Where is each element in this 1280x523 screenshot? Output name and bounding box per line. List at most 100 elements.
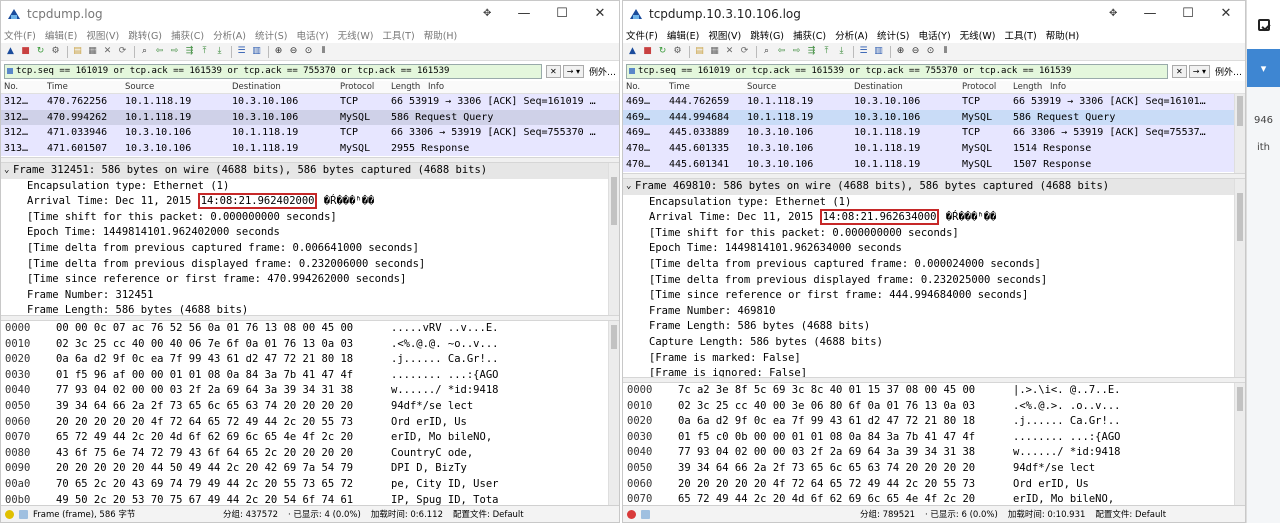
- detail-row[interactable]: Frame Length: 586 bytes (4688 bits): [1, 303, 619, 315]
- hex-bytes[interactable]: 39 34 64 66 2a 2f 73 65 6c 65 63 74 20 2…: [670, 461, 1005, 477]
- hex-bytes[interactable]: 02 3c 25 cc 40 00 3e 06 80 6f 0a 01 76 1…: [670, 399, 1005, 415]
- goto-icon[interactable]: ⇶: [183, 45, 196, 58]
- hex-bytes[interactable]: 01 f5 96 af 00 00 01 01 08 0a 84 3a 7b 4…: [48, 368, 383, 384]
- detail-row[interactable]: [Time since reference or first frame: 44…: [623, 288, 1245, 304]
- restart-icon[interactable]: ↻: [34, 45, 47, 58]
- filter-clear-button[interactable]: ✕: [1172, 64, 1187, 78]
- column-header[interactable]: Source: [744, 82, 851, 92]
- forward-icon[interactable]: ⇨: [168, 45, 181, 58]
- detail-row[interactable]: [Frame is ignored: False]: [623, 366, 1245, 377]
- detail-row[interactable]: Epoch Time: 1449814101.962402000 seconds: [1, 225, 619, 241]
- menu-item[interactable]: 帮助(H): [1046, 28, 1080, 42]
- back-icon[interactable]: ⇦: [775, 45, 788, 58]
- packet-list-scrollbar[interactable]: [1234, 94, 1245, 173]
- menu-item[interactable]: 跳转(G): [750, 28, 784, 42]
- maximize-button[interactable]: ☐: [1169, 1, 1207, 26]
- autoscroll-icon[interactable]: ☰: [857, 45, 870, 58]
- maximize-button[interactable]: ☐: [543, 1, 581, 26]
- forward-icon[interactable]: ⇨: [790, 45, 803, 58]
- details-scrollbar[interactable]: [608, 163, 619, 315]
- detail-row-frame[interactable]: Frame 469810: 586 bytes on wire (4688 bi…: [623, 179, 1245, 195]
- status-profile[interactable]: 配置文件: Default: [453, 508, 524, 520]
- zoom-out-icon[interactable]: ⊖: [287, 45, 300, 58]
- pin-icon[interactable]: ✥: [1109, 8, 1117, 19]
- bytes-scrollbar[interactable]: [608, 321, 619, 522]
- detail-row[interactable]: Encapsulation type: Ethernet (1): [1, 179, 619, 195]
- column-header[interactable]: Info: [425, 82, 619, 92]
- packet-row[interactable]: 312… 471.033946 10.3.10.106 10.1.118.19 TCP 6…: [1, 125, 619, 141]
- detail-row[interactable]: Capture Length: 586 bytes (4688 bits): [623, 335, 1245, 351]
- zoom-reset-icon[interactable]: ⊙: [302, 45, 315, 58]
- expert-info-icon[interactable]: [5, 509, 14, 519]
- packet-row[interactable]: 469… 444.762659 10.1.118.19 10.3.10.106 TCP 6…: [623, 94, 1245, 110]
- detail-row[interactable]: [Time delta from previous captured frame…: [1, 241, 619, 257]
- hex-ascii[interactable]: .j...... Ca.Gr!..: [1005, 414, 1120, 430]
- side-app-button[interactable]: [1247, 0, 1280, 49]
- hex-ascii[interactable]: .....vRV ..v...E.: [383, 321, 498, 337]
- detail-row[interactable]: Frame Number: 312451: [1, 288, 619, 304]
- first-icon[interactable]: ⤒: [820, 45, 833, 58]
- fin-icon[interactable]: ▲: [626, 45, 639, 58]
- column-header[interactable]: Time: [666, 82, 744, 92]
- hex-bytes[interactable]: 65 72 49 44 2c 20 4d 6f 62 69 6c 65 4e 4…: [48, 430, 383, 446]
- menu-item[interactable]: 编辑(E): [45, 28, 77, 42]
- hex-ascii[interactable]: 94df*/se lect: [383, 399, 473, 415]
- column-header[interactable]: Info: [1047, 82, 1245, 92]
- detail-row[interactable]: [Time delta from previous captured frame…: [623, 257, 1245, 273]
- hex-ascii[interactable]: Ord erID, Us: [1005, 477, 1089, 493]
- detail-row-arrival-time[interactable]: Arrival Time: Dec 11, 2015 14:08:21.9624…: [1, 193, 619, 210]
- menu-item[interactable]: 分析(A): [835, 28, 868, 42]
- hex-bytes[interactable]: 70 65 2c 20 43 69 74 79 49 44 2c 20 55 7…: [48, 477, 383, 493]
- zoom-reset-icon[interactable]: ⊙: [924, 45, 937, 58]
- hex-ascii[interactable]: erID, Mo bileNO,: [383, 430, 492, 446]
- open-icon[interactable]: ▤: [693, 45, 706, 58]
- back-icon[interactable]: ⇦: [153, 45, 166, 58]
- hex-bytes[interactable]: 20 20 20 20 20 4f 72 64 65 72 49 44 2c 2…: [670, 477, 1005, 493]
- reload-icon[interactable]: ⟳: [738, 45, 751, 58]
- column-header[interactable]: Destination: [229, 82, 337, 92]
- expert-info-icon[interactable]: [627, 509, 636, 519]
- hex-bytes[interactable]: 00 00 0c 07 ac 76 52 56 0a 01 76 13 08 0…: [48, 321, 383, 337]
- packet-row[interactable]: 470… 445.601341 10.3.10.106 10.1.118.19 MySQ…: [623, 156, 1245, 172]
- colorize-icon[interactable]: ▥: [872, 45, 885, 58]
- menu-item[interactable]: 捕获(C): [171, 28, 204, 42]
- detail-row[interactable]: [Time since reference or first frame: 47…: [1, 272, 619, 288]
- detail-row[interactable]: Encapsulation type: Ethernet (1): [623, 195, 1245, 211]
- hex-ascii[interactable]: DPI D, BizTy: [383, 461, 467, 477]
- restart-icon[interactable]: ↻: [656, 45, 669, 58]
- autoscroll-icon[interactable]: ☰: [235, 45, 248, 58]
- hex-ascii[interactable]: |.>.\i<. @..7..E.: [1005, 383, 1120, 399]
- options-icon[interactable]: ⚙: [49, 45, 62, 58]
- menu-item[interactable]: 视图(V): [708, 28, 741, 42]
- filter-apply-button[interactable]: → ▾: [1188, 64, 1210, 78]
- resize-columns-icon[interactable]: ⫴: [939, 45, 952, 58]
- comment-icon[interactable]: [641, 509, 650, 519]
- side-dropdown-button[interactable]: ▾: [1247, 49, 1280, 87]
- options-icon[interactable]: ⚙: [671, 45, 684, 58]
- hex-ascii[interactable]: w....../ *id:9418: [383, 383, 498, 399]
- stop-icon[interactable]: ■: [19, 45, 32, 58]
- resize-columns-icon[interactable]: ⫴: [317, 45, 330, 58]
- stop-icon[interactable]: ■: [641, 45, 654, 58]
- search-icon[interactable]: ⌕: [760, 45, 773, 58]
- hex-bytes[interactable]: 01 f5 c0 0b 00 00 01 01 08 0a 84 3a 7b 4…: [670, 430, 1005, 446]
- zoom-out-icon[interactable]: ⊖: [909, 45, 922, 58]
- column-header[interactable]: Source: [122, 82, 229, 92]
- filter-apply-button[interactable]: → ▾: [562, 64, 584, 78]
- hex-ascii[interactable]: .<%.@.>. .o..v...: [1005, 399, 1120, 415]
- hex-ascii[interactable]: .j...... Ca.Gr!..: [383, 352, 498, 368]
- save-icon[interactable]: ▦: [708, 45, 721, 58]
- detail-row-frame[interactable]: Frame 312451: 586 bytes on wire (4688 bi…: [1, 163, 619, 179]
- hex-bytes[interactable]: 02 3c 25 cc 40 00 40 06 7e 6f 0a 01 76 1…: [48, 337, 383, 353]
- column-header[interactable]: Length: [1010, 82, 1047, 92]
- minimize-button[interactable]: —: [505, 1, 543, 26]
- goto-icon[interactable]: ⇶: [805, 45, 818, 58]
- first-icon[interactable]: ⤒: [198, 45, 211, 58]
- filter-expression-button[interactable]: 例外…: [589, 65, 616, 78]
- hex-bytes[interactable]: 0a 6a d2 9f 0c ea 7f 99 43 61 d2 47 72 2…: [670, 414, 1005, 430]
- last-icon[interactable]: ⤓: [213, 45, 226, 58]
- hex-ascii[interactable]: ........ ...:{AGO: [383, 368, 498, 384]
- hex-bytes[interactable]: 7c a2 3e 8f 5c 69 3c 8c 40 01 15 37 08 0…: [670, 383, 1005, 399]
- column-header[interactable]: Protocol: [337, 82, 388, 92]
- detail-row[interactable]: Frame Number: 469810: [623, 304, 1245, 320]
